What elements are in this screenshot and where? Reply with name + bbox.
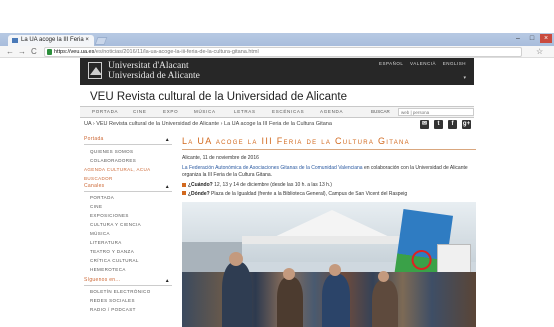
- sidebar-group-canales: Portada Cine Exposiciones Cultura y cien…: [84, 192, 172, 274]
- article-where: ¿Dónde? Plaza de la Igualdad (frente a l…: [182, 191, 476, 198]
- photo-person-head: [283, 268, 295, 280]
- bookmark-star-icon[interactable]: ☆: [536, 46, 543, 58]
- sidebar-item-cine[interactable]: Cine: [90, 202, 172, 211]
- menu-agenda[interactable]: AGENDA: [320, 109, 343, 114]
- where-label: ¿Dónde?: [188, 190, 210, 197]
- sidebar-item-literatura[interactable]: Literatura: [90, 238, 172, 247]
- lock-icon: [47, 49, 52, 55]
- sidebar-item-portada[interactable]: Portada: [90, 193, 172, 202]
- article-intro: La Federación Autonómica de Asociaciones…: [182, 165, 476, 178]
- sidebar-group-siguenos: Boletín electrónico Redes sociales Radio…: [84, 286, 172, 314]
- sidebar-item-agenda[interactable]: Agenda Cultural, ACUA: [84, 165, 172, 174]
- search-input[interactable]: [398, 108, 474, 116]
- minimize-button[interactable]: –: [512, 34, 524, 43]
- collapse-icon[interactable]: ▲: [165, 278, 170, 284]
- email-icon[interactable]: ✉: [420, 120, 429, 129]
- forward-button[interactable]: →: [18, 46, 26, 58]
- collapse-icon[interactable]: ▲: [165, 184, 170, 190]
- maximize-button[interactable]: □: [526, 34, 538, 43]
- reload-button[interactable]: C: [31, 46, 37, 58]
- sidebar-group-portada: Quienes somos Colaboradores: [84, 145, 172, 165]
- main-menu: PORTADA CINE EXPO MÚSICA LETRAS ESCÉNICA…: [80, 106, 474, 118]
- sidebar-item-boletin[interactable]: Boletín electrónico: [90, 287, 172, 296]
- sidebar-section-title: Portada: [84, 136, 104, 142]
- breadcrumb[interactable]: UA › VEU Revista cultural de la Universi…: [84, 121, 332, 127]
- when-label: ¿Cuándo?: [188, 182, 213, 188]
- menu-musica[interactable]: MÚSICA: [194, 109, 216, 114]
- article: La UA acoge la III Feria de la Cultura G…: [182, 136, 476, 197]
- menu-letras[interactable]: LETRAS: [234, 109, 256, 114]
- browser-tab[interactable]: La UA acoge la III Feria ×: [8, 35, 94, 46]
- sidebar-item-redes[interactable]: Redes sociales: [90, 296, 172, 305]
- facebook-icon[interactable]: f: [448, 120, 457, 129]
- photo-person: [322, 274, 350, 327]
- photo-person: [372, 280, 398, 327]
- photo-tent-canopy: [242, 236, 422, 244]
- sidebar-section-siguenos[interactable]: Síguenos en... ▲: [84, 277, 172, 286]
- sidebar-item-colaboradores[interactable]: Colaboradores: [90, 156, 172, 165]
- photo-person-head: [229, 252, 243, 266]
- search-label: BUSCAR: [371, 109, 390, 114]
- sidebar-section-title: Síguenos en...: [84, 277, 121, 283]
- lang-english[interactable]: ENGLISH: [443, 61, 466, 66]
- sidebar-item-radio[interactable]: Radio / Podcast: [90, 305, 172, 314]
- sidebar-item-hemeroteca[interactable]: Hemeroteca: [90, 265, 172, 274]
- back-button[interactable]: ←: [6, 46, 14, 58]
- chevron-down-icon[interactable]: ▾: [463, 75, 466, 81]
- tab-title: La UA acoge la III Feria ×: [21, 37, 89, 43]
- federation-link[interactable]: La Federación Autonómica de Asociaciones…: [182, 165, 363, 171]
- when-text: 12, 13 y 14 de diciembre (desde las 10 h…: [212, 182, 332, 188]
- url-path: /es/noticias/2016/11/la-ua-acoge-la-iii-…: [94, 49, 259, 55]
- photo-person: [222, 262, 252, 327]
- university-name-valencian[interactable]: Universitat d'Alacant: [108, 61, 189, 71]
- url-host: https://veu.ua.es: [54, 49, 95, 55]
- article-photo[interactable]: [182, 202, 476, 327]
- university-banner: Universitat d'Alacant Universidad de Ali…: [80, 58, 474, 85]
- google-plus-icon[interactable]: g+: [462, 120, 471, 129]
- photo-person-head: [378, 271, 389, 282]
- lang-valencia[interactable]: VALENCIÀ: [410, 61, 436, 66]
- article-when: ¿Cuándo? 12, 13 y 14 de diciembre (desde…: [182, 182, 476, 189]
- photo-person: [277, 277, 303, 327]
- sidebar-section-canales[interactable]: Canales ▲: [84, 183, 172, 192]
- university-logo-icon[interactable]: [88, 62, 102, 79]
- menu-escenicas[interactable]: ESCÉNICAS: [272, 109, 304, 114]
- photo-person-head: [329, 264, 341, 276]
- sidebar-section-title: Canales: [84, 183, 105, 189]
- sidebar-item-critica[interactable]: Crítica cultural: [90, 256, 172, 265]
- twitter-icon[interactable]: t: [434, 120, 443, 129]
- sidebar: Portada ▲ Quienes somos Colaboradores Ag…: [84, 136, 172, 314]
- menu-cine[interactable]: CINE: [133, 109, 147, 114]
- sidebar-item-musica[interactable]: Música: [90, 229, 172, 238]
- sidebar-item-cultura-ciencia[interactable]: Cultura y ciencia: [90, 220, 172, 229]
- site-title[interactable]: VEU Revista cultural de la Universidad d…: [90, 91, 347, 103]
- bullet-icon: [182, 182, 186, 187]
- menu-portada[interactable]: PORTADA: [92, 109, 118, 114]
- sidebar-section-portada[interactable]: Portada ▲: [84, 136, 172, 145]
- sidebar-item-teatro-danza[interactable]: Teatro y danza: [90, 247, 172, 256]
- bullet-icon: [182, 191, 186, 196]
- language-selector: ESPAÑOL VALENCIÀ ENGLISH: [374, 61, 466, 66]
- favicon-icon: [12, 38, 18, 43]
- page-top-whitespace: [0, 0, 554, 33]
- lang-espanol[interactable]: ESPAÑOL: [379, 61, 403, 66]
- url-input[interactable]: https://veu.ua.es/es/noticias/2016/11/la…: [44, 47, 522, 57]
- article-title: La UA acoge la III Feria de la Cultura G…: [182, 136, 476, 150]
- close-window-button[interactable]: ×: [540, 34, 552, 43]
- sidebar-item-quienes-somos[interactable]: Quienes somos: [90, 147, 172, 156]
- university-name-spanish[interactable]: Universidad de Alicante: [108, 71, 200, 81]
- article-date: Alicante, 11 de noviembre de 2016: [182, 155, 259, 161]
- sidebar-item-buscador[interactable]: Buscador: [84, 174, 172, 183]
- collapse-icon[interactable]: ▲: [165, 137, 170, 143]
- menu-expo[interactable]: EXPO: [163, 109, 178, 114]
- where-text: Plaza de la Igualdad (frente a la Biblio…: [209, 190, 408, 197]
- sidebar-item-exposiciones[interactable]: Exposiciones: [90, 211, 172, 220]
